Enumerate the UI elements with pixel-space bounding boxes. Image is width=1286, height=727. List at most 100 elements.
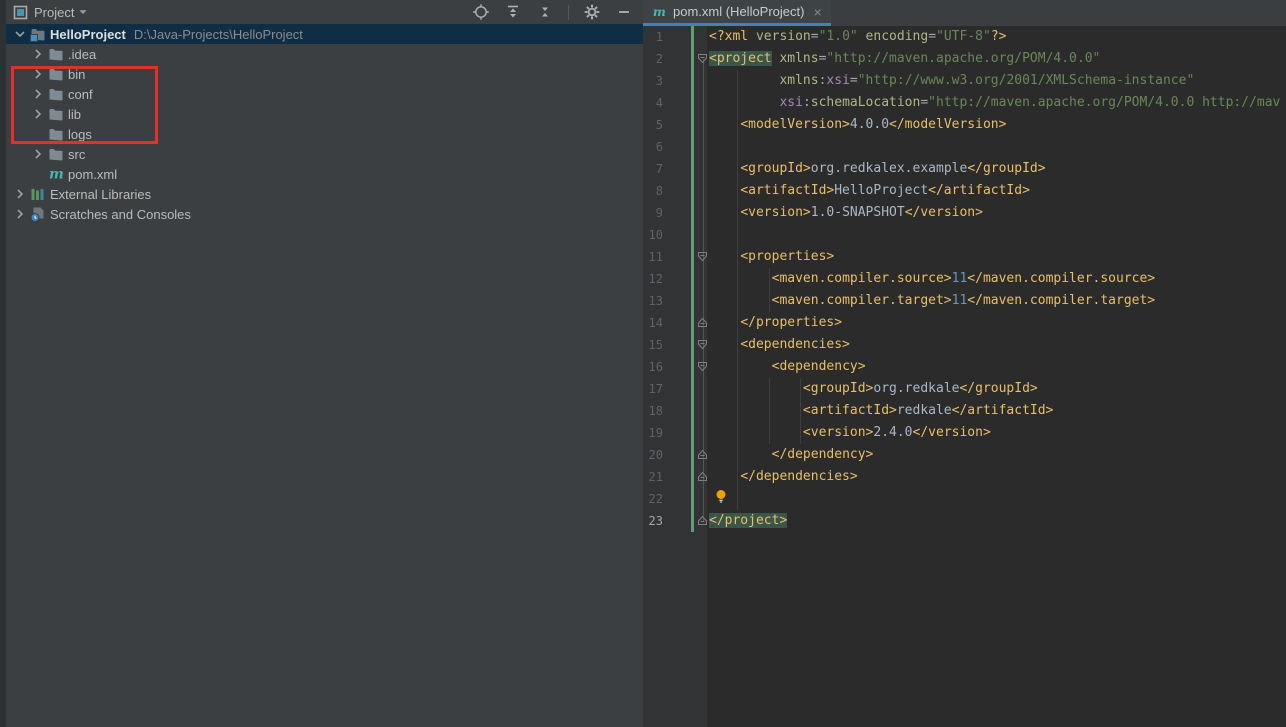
line-number: 12 — [643, 268, 663, 290]
code-line-15[interactable]: 15 <dependencies> — [643, 334, 1286, 356]
expand-all-icon[interactable] — [504, 3, 522, 21]
code-line-18[interactable]: 18 <artifactId>redkale</artifactId> — [643, 400, 1286, 422]
line-number: 19 — [643, 422, 663, 444]
code-line-9[interactable]: 9 <version>1.0-SNAPSHOT</version> — [643, 202, 1286, 224]
code-line-14[interactable]: 14 </properties> — [643, 312, 1286, 334]
fold-gutter — [663, 114, 709, 136]
code-line-8[interactable]: 8 <artifactId>HelloProject</artifactId> — [643, 180, 1286, 202]
libraries-icon — [30, 186, 46, 202]
code-line-4[interactable]: 4 xsi:schemaLocation="http://maven.apach… — [643, 92, 1286, 114]
editor-area: m pom.xml (HelloProject) × 1<?xml versio… — [643, 0, 1286, 727]
tree-item-pom-xml[interactable]: mpom.xml — [6, 164, 643, 184]
line-number: 10 — [643, 224, 663, 246]
fold-marker-end-icon[interactable] — [663, 444, 709, 466]
code-text: xsi:schemaLocation="http://maven.apache.… — [709, 92, 1280, 114]
tree-item--idea[interactable]: .idea — [6, 44, 643, 64]
scratches-icon — [30, 206, 46, 222]
chevron-right-icon[interactable] — [30, 46, 46, 62]
locate-file-icon[interactable] — [472, 3, 490, 21]
project-panel-title[interactable]: Project — [34, 5, 74, 20]
tree-item-bin[interactable]: bin — [6, 64, 643, 84]
folder-icon — [48, 46, 64, 62]
code-line-11[interactable]: 11 <properties> — [643, 246, 1286, 268]
tree-item-helloproject[interactable]: HelloProjectD:\Java-Projects\HelloProjec… — [6, 24, 643, 44]
maven-icon: m — [651, 4, 667, 20]
settings-gear-icon[interactable] — [583, 3, 601, 21]
code-text: </dependencies> — [709, 466, 858, 488]
chevron-down-icon[interactable] — [12, 26, 28, 42]
code-text: <dependency> — [709, 356, 866, 378]
tree-item-label: conf — [68, 87, 93, 102]
code-line-22[interactable]: 22 — [643, 488, 1286, 510]
collapse-all-icon[interactable] — [536, 3, 554, 21]
fold-gutter — [663, 202, 709, 224]
tab-close-icon[interactable]: × — [813, 5, 821, 19]
line-number: 7 — [643, 158, 663, 180]
code-editor[interactable]: 1<?xml version="1.0" encoding="UTF-8"?>2… — [643, 26, 1286, 727]
code-line-3[interactable]: 3 xmlns:xsi="http://www.w3.org/2001/XMLS… — [643, 70, 1286, 92]
folder-icon — [48, 126, 64, 142]
code-line-20[interactable]: 20 </dependency> — [643, 444, 1286, 466]
code-line-1[interactable]: 1<?xml version="1.0" encoding="UTF-8"?> — [643, 26, 1286, 48]
fold-gutter — [663, 400, 709, 422]
fold-gutter — [663, 180, 709, 202]
code-line-2[interactable]: 2<project xmlns="http://maven.apache.org… — [643, 48, 1286, 70]
fold-marker-end-icon[interactable] — [663, 466, 709, 488]
code-line-17[interactable]: 17 <groupId>org.redkale</groupId> — [643, 378, 1286, 400]
chevron-right-icon[interactable] — [30, 106, 46, 122]
tree-item-lib[interactable]: lib — [6, 104, 643, 124]
chevron-right-icon[interactable] — [30, 66, 46, 82]
code-text: <groupId>org.redkalex.example</groupId> — [709, 158, 1046, 180]
code-line-12[interactable]: 12 <maven.compiler.source>11</maven.comp… — [643, 268, 1286, 290]
code-line-16[interactable]: 16 <dependency> — [643, 356, 1286, 378]
tree-item-external-libraries[interactable]: External Libraries — [6, 184, 643, 204]
code-line-7[interactable]: 7 <groupId>org.redkalex.example</groupId… — [643, 158, 1286, 180]
fold-gutter — [663, 378, 709, 400]
chevron-right-icon[interactable] — [12, 186, 28, 202]
tree-item-conf[interactable]: conf — [6, 84, 643, 104]
line-number: 17 — [643, 378, 663, 400]
fold-marker-start-icon[interactable] — [663, 334, 709, 356]
tree-item-logs[interactable]: logs — [6, 124, 643, 144]
code-text: <project xmlns="http://maven.apache.org/… — [709, 48, 1100, 70]
fold-gutter — [663, 158, 709, 180]
project-tree: HelloProjectD:\Java-Projects\HelloProjec… — [6, 24, 643, 224]
line-number: 9 — [643, 202, 663, 224]
chevron-right-icon[interactable] — [12, 206, 28, 222]
tree-item-label: Scratches and Consoles — [50, 207, 191, 222]
line-number: 18 — [643, 400, 663, 422]
line-number: 4 — [643, 92, 663, 114]
fold-marker-end-icon[interactable] — [663, 510, 709, 532]
project-tool-icon — [12, 4, 28, 20]
line-number: 5 — [643, 114, 663, 136]
chevron-right-icon[interactable] — [30, 86, 46, 102]
code-line-21[interactable]: 21 </dependencies> — [643, 466, 1286, 488]
tab-pom-xml[interactable]: m pom.xml (HelloProject) × — [643, 0, 831, 26]
tree-item-src[interactable]: src — [6, 144, 643, 164]
fold-marker-end-icon[interactable] — [663, 312, 709, 334]
fold-marker-start-icon[interactable] — [663, 246, 709, 268]
tree-item-scratches-and-consoles[interactable]: Scratches and Consoles — [6, 204, 643, 224]
code-line-6[interactable]: 6 — [643, 136, 1286, 158]
dropdown-arrow-icon[interactable] — [78, 7, 88, 17]
fold-gutter — [663, 224, 709, 246]
fold-marker-start-icon[interactable] — [663, 48, 709, 70]
code-text: </project> — [709, 510, 787, 532]
chevron-right-icon[interactable] — [30, 146, 46, 162]
code-line-13[interactable]: 13 <maven.compiler.target>11</maven.comp… — [643, 290, 1286, 312]
fold-gutter — [663, 26, 709, 48]
code-text: <artifactId>redkale</artifactId> — [709, 400, 1053, 422]
code-text: <dependencies> — [709, 334, 850, 356]
code-text: <?xml version="1.0" encoding="UTF-8"?> — [709, 26, 1006, 48]
code-line-5[interactable]: 5 <modelVersion>4.0.0</modelVersion> — [643, 114, 1286, 136]
code-text: <properties> — [709, 246, 834, 268]
fold-marker-start-icon[interactable] — [663, 356, 709, 378]
code-line-23[interactable]: 23</project> — [643, 510, 1286, 532]
code-line-10[interactable]: 10 — [643, 224, 1286, 246]
tree-item-label: .idea — [68, 47, 96, 62]
editor-tab-bar: m pom.xml (HelloProject) × — [643, 0, 1286, 26]
code-line-19[interactable]: 19 <version>2.4.0</version> — [643, 422, 1286, 444]
intention-bulb-icon[interactable] — [715, 489, 727, 504]
tree-item-label: pom.xml — [68, 167, 117, 182]
hide-panel-icon[interactable] — [615, 3, 633, 21]
